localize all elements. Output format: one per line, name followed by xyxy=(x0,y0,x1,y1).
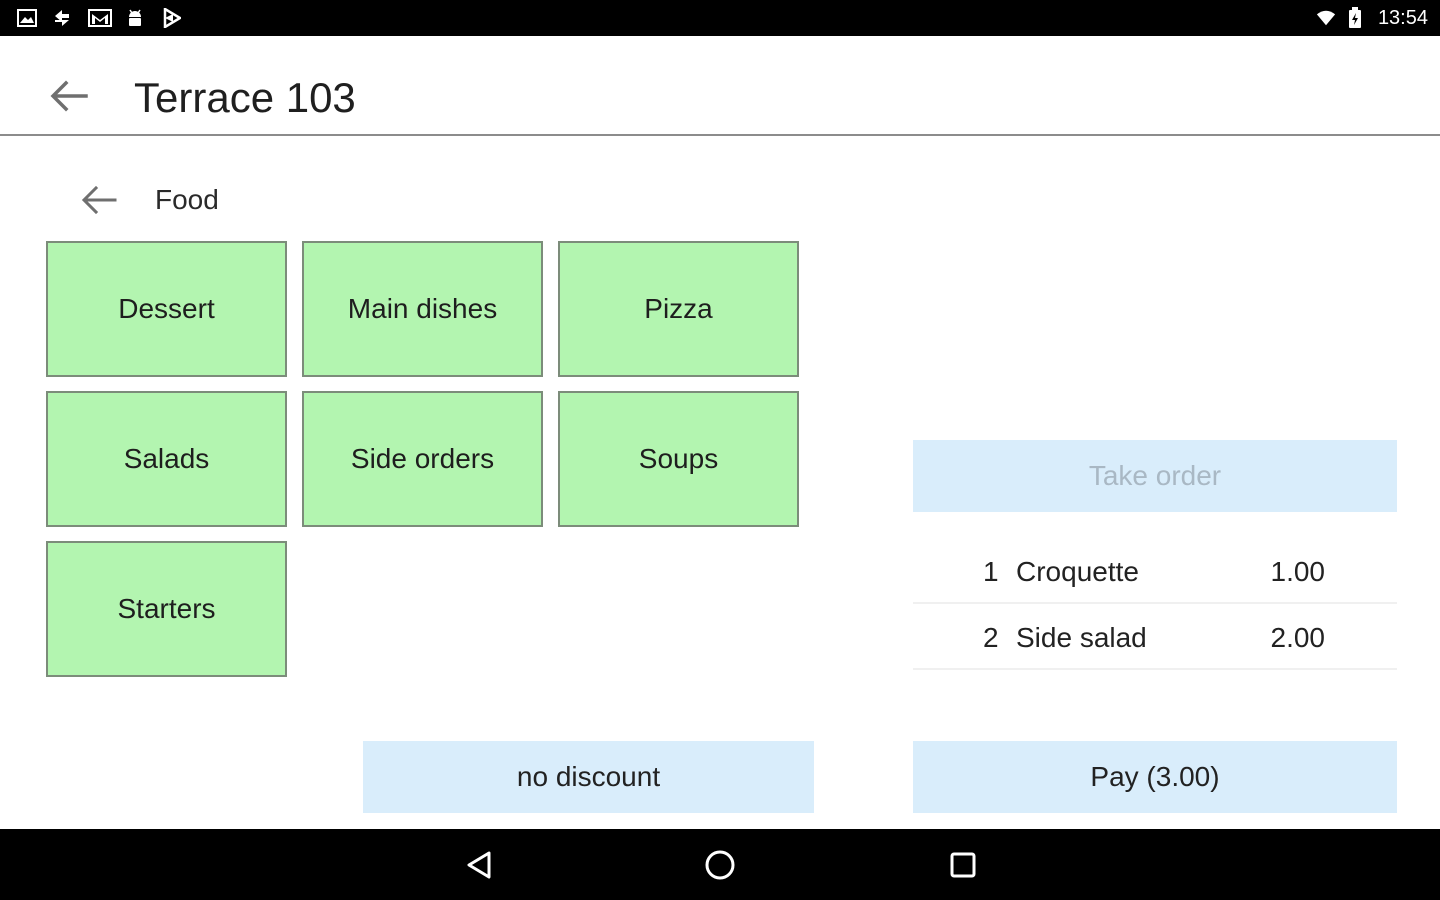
back-triangle-icon xyxy=(467,851,491,879)
app-bar: Terrace 103 xyxy=(0,36,1440,136)
gmail-icon xyxy=(88,8,112,28)
category-tile-salads[interactable]: Salads xyxy=(46,391,287,527)
category-title: Food xyxy=(155,184,219,215)
category-tile-dessert[interactable]: Dessert xyxy=(46,241,287,377)
take-order-button[interactable]: Take order xyxy=(913,440,1397,512)
order-item-name: Side salad xyxy=(1016,622,1147,653)
category-tile-pizza[interactable]: Pizza xyxy=(558,241,799,377)
android-icon xyxy=(125,8,145,28)
order-item-name: Croquette xyxy=(1016,556,1139,587)
page-title: Terrace 103 xyxy=(134,74,356,121)
gallery-icon xyxy=(17,8,37,28)
order-item[interactable]: 2 Side salad 2.00 xyxy=(913,604,1397,670)
category-tile-side-orders[interactable]: Side orders xyxy=(302,391,543,527)
order-item[interactable]: 1 Croquette 1.00 xyxy=(913,538,1397,604)
wifi-icon xyxy=(1316,8,1336,28)
category-back-button[interactable] xyxy=(76,180,122,220)
recents-square-icon xyxy=(950,852,976,878)
home-circle-icon xyxy=(705,850,735,880)
pay-button[interactable]: Pay (3.00) xyxy=(913,741,1397,813)
sync-icon xyxy=(52,8,72,28)
nav-recents-button[interactable] xyxy=(940,843,986,887)
play-store-icon xyxy=(162,8,182,28)
status-bar: 13:54 xyxy=(0,0,1440,36)
battery-icon xyxy=(1347,7,1363,28)
order-item-qty: 1 xyxy=(983,556,999,587)
order-item-price: 1.00 xyxy=(1270,556,1326,587)
category-tile-main-dishes[interactable]: Main dishes xyxy=(302,241,543,377)
discount-button[interactable]: no discount xyxy=(363,741,814,813)
arrow-back-icon xyxy=(50,80,88,112)
nav-home-button[interactable] xyxy=(697,843,743,887)
system-nav-bar xyxy=(0,829,1440,900)
arrow-back-icon xyxy=(81,185,117,215)
order-item-qty: 2 xyxy=(983,622,999,653)
order-item-price: 2.00 xyxy=(1270,622,1326,653)
status-time: 13:54 xyxy=(1377,7,1428,29)
nav-back-button[interactable] xyxy=(456,843,502,887)
back-button[interactable] xyxy=(46,76,92,116)
category-tile-starters[interactable]: Starters xyxy=(46,541,287,677)
category-tile-soups[interactable]: Soups xyxy=(558,391,799,527)
